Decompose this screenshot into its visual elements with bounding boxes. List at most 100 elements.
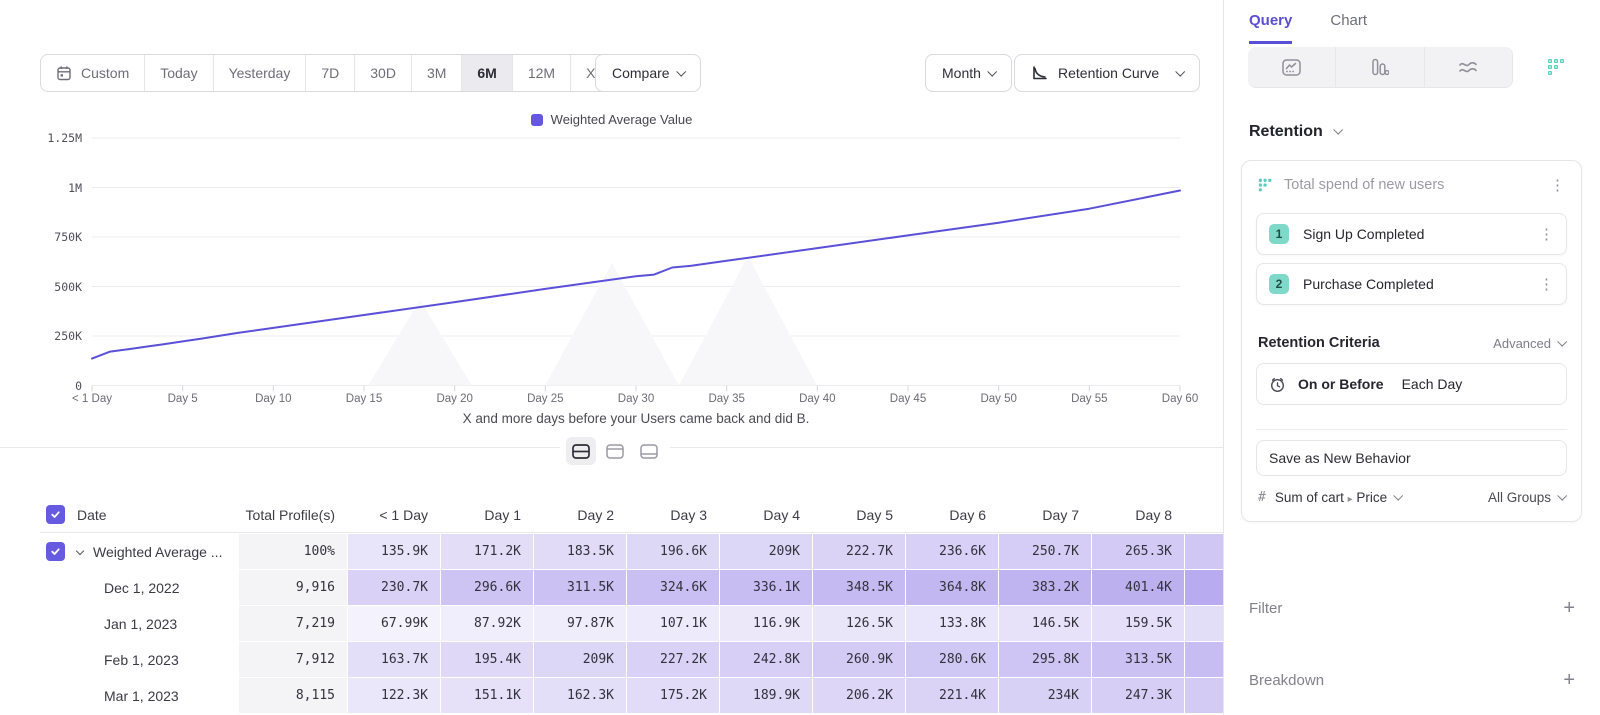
range-7d[interactable]: 7D: [306, 55, 355, 91]
retention-value-cell[interactable]: 364.8K: [905, 570, 998, 605]
retention-value-cell[interactable]: 122.3K: [347, 678, 440, 713]
total-profiles-cell[interactable]: 9,916: [238, 570, 347, 605]
row-checkbox[interactable]: [46, 542, 65, 561]
funnels-icon: [1370, 58, 1389, 76]
chart-type-dropdown[interactable]: Retention Curve: [1014, 54, 1200, 92]
retention-value-cell[interactable]: 236.6K: [905, 534, 998, 569]
range-12m[interactable]: 12M: [513, 55, 571, 91]
retention-value-cell[interactable]: 242.8K: [719, 642, 812, 677]
retention-value-cell[interactable]: 227.2K: [626, 642, 719, 677]
retention-value-cell[interactable]: 295.8K: [998, 642, 1091, 677]
range-6m[interactable]: 6M: [462, 55, 512, 91]
x-axis-tick: Day 35: [685, 393, 769, 405]
retention-value-cell[interactable]: 230.7K: [347, 570, 440, 605]
behavior-kebab-menu[interactable]: ⋮: [1550, 178, 1565, 193]
step-kebab-menu[interactable]: ⋮: [1539, 227, 1554, 242]
row-label-cell[interactable]: Weighted Average ...: [40, 534, 238, 569]
retention-value-cell[interactable]: 313.5K: [1091, 642, 1184, 677]
retention-value-cell[interactable]: 196.6K: [626, 534, 719, 569]
retention-value-cell-clipped[interactable]: [1184, 678, 1223, 713]
retention-value-cell[interactable]: 280.6K: [905, 642, 998, 677]
retention-value-cell[interactable]: 209K: [533, 642, 626, 677]
retention-section-dropdown[interactable]: Retention: [1249, 123, 1341, 141]
retention-value-cell[interactable]: 135.9K: [347, 534, 440, 569]
save-as-new-behavior-button[interactable]: Save as New Behavior: [1256, 440, 1567, 476]
retention-value-cell[interactable]: 401.4K: [1091, 570, 1184, 605]
retention-value-cell[interactable]: 175.2K: [626, 678, 719, 713]
add-filter-button[interactable]: +: [1563, 598, 1575, 618]
tab-chart[interactable]: Chart: [1330, 12, 1367, 44]
retention-curve-chart[interactable]: X and more days before your Users came b…: [0, 130, 1223, 430]
retention-value-cell[interactable]: 151.1K: [440, 678, 533, 713]
range-30d[interactable]: 30D: [355, 55, 412, 91]
retention-value-cell[interactable]: 265.3K: [1091, 534, 1184, 569]
total-profiles-cell[interactable]: 7,912: [238, 642, 347, 677]
retention-value-cell[interactable]: 247.3K: [1091, 678, 1184, 713]
retention-value-cell[interactable]: 336.1K: [719, 570, 812, 605]
retention-value-cell[interactable]: 324.6K: [626, 570, 719, 605]
layout-chart-only-button[interactable]: [600, 437, 630, 465]
step-kebab-menu[interactable]: ⋮: [1539, 277, 1554, 292]
retention-value-cell[interactable]: 133.8K: [905, 606, 998, 641]
retention-value-cell[interactable]: 206.2K: [812, 678, 905, 713]
retention-value-cell[interactable]: 183.5K: [533, 534, 626, 569]
total-profiles-cell[interactable]: 7,219: [238, 606, 347, 641]
chart-canvas: [0, 130, 1223, 430]
chevron-down-icon: [1333, 125, 1343, 135]
retention-value-cell[interactable]: 234K: [998, 678, 1091, 713]
add-breakdown-button[interactable]: +: [1563, 670, 1575, 690]
range-today[interactable]: Today: [145, 55, 213, 91]
retention-value-cell[interactable]: 383.2K: [998, 570, 1091, 605]
tab-insights[interactable]: [1248, 47, 1336, 88]
range-yesterday[interactable]: Yesterday: [214, 55, 307, 91]
retention-value-cell[interactable]: 221.4K: [905, 678, 998, 713]
retention-value-cell[interactable]: 87.92K: [440, 606, 533, 641]
retention-value-cell-clipped[interactable]: [1184, 642, 1223, 677]
behavior-step-1[interactable]: 1Sign Up Completed⋮: [1256, 213, 1567, 255]
retention-value-cell[interactable]: 348.5K: [812, 570, 905, 605]
retention-value-cell[interactable]: 159.5K: [1091, 606, 1184, 641]
retention-value-cell[interactable]: 116.9K: [719, 606, 812, 641]
retention-value-cell[interactable]: 171.2K: [440, 534, 533, 569]
range-custom[interactable]: Custom: [41, 55, 145, 91]
behavior-step-2[interactable]: 2Purchase Completed⋮: [1256, 263, 1567, 305]
layout-split-button[interactable]: [566, 437, 596, 465]
retention-value-cell[interactable]: 296.6K: [440, 570, 533, 605]
retention-value-cell[interactable]: 311.5K: [533, 570, 626, 605]
measure-dropdown[interactable]: Sum of cart ▸ Price: [1275, 490, 1401, 505]
row-label-cell[interactable]: Jan 1, 2023: [40, 606, 238, 641]
retention-value-cell[interactable]: 260.9K: [812, 642, 905, 677]
row-label-cell[interactable]: Mar 1, 2023: [40, 678, 238, 713]
retention-value-cell[interactable]: 195.4K: [440, 642, 533, 677]
retention-value-cell[interactable]: 67.99K: [347, 606, 440, 641]
tab-flows[interactable]: [1425, 47, 1513, 88]
granularity-dropdown[interactable]: Month: [925, 54, 1012, 92]
retention-value-cell-clipped[interactable]: [1184, 606, 1223, 641]
criteria-card[interactable]: On or Before Each Day: [1256, 363, 1567, 405]
retention-value-cell[interactable]: 146.5K: [998, 606, 1091, 641]
groups-dropdown[interactable]: All Groups: [1488, 490, 1565, 505]
retention-value-cell[interactable]: 97.87K: [533, 606, 626, 641]
tab-funnels[interactable]: [1336, 47, 1424, 88]
criteria-mode-dropdown[interactable]: Advanced: [1493, 336, 1565, 351]
row-label-cell[interactable]: Dec 1, 2022: [40, 570, 238, 605]
range-3m[interactable]: 3M: [412, 55, 462, 91]
total-profiles-cell[interactable]: 8,115: [238, 678, 347, 713]
layout-table-only-button[interactable]: [634, 437, 664, 465]
retention-value-cell-clipped[interactable]: [1184, 534, 1223, 569]
retention-value-cell[interactable]: 250.7K: [998, 534, 1091, 569]
compare-button[interactable]: Compare: [595, 54, 701, 92]
retention-value-cell[interactable]: 107.1K: [626, 606, 719, 641]
row-label-cell[interactable]: Feb 1, 2023: [40, 642, 238, 677]
row-checkbox[interactable]: [46, 505, 65, 524]
tab-retention[interactable]: [1513, 47, 1600, 88]
total-profiles-cell[interactable]: 100%: [238, 534, 347, 569]
tab-query[interactable]: Query: [1249, 12, 1292, 44]
retention-value-cell[interactable]: 162.3K: [533, 678, 626, 713]
retention-value-cell[interactable]: 222.7K: [812, 534, 905, 569]
retention-value-cell[interactable]: 189.9K: [719, 678, 812, 713]
retention-value-cell[interactable]: 209K: [719, 534, 812, 569]
retention-value-cell-clipped[interactable]: [1184, 570, 1223, 605]
retention-value-cell[interactable]: 163.7K: [347, 642, 440, 677]
retention-value-cell[interactable]: 126.5K: [812, 606, 905, 641]
